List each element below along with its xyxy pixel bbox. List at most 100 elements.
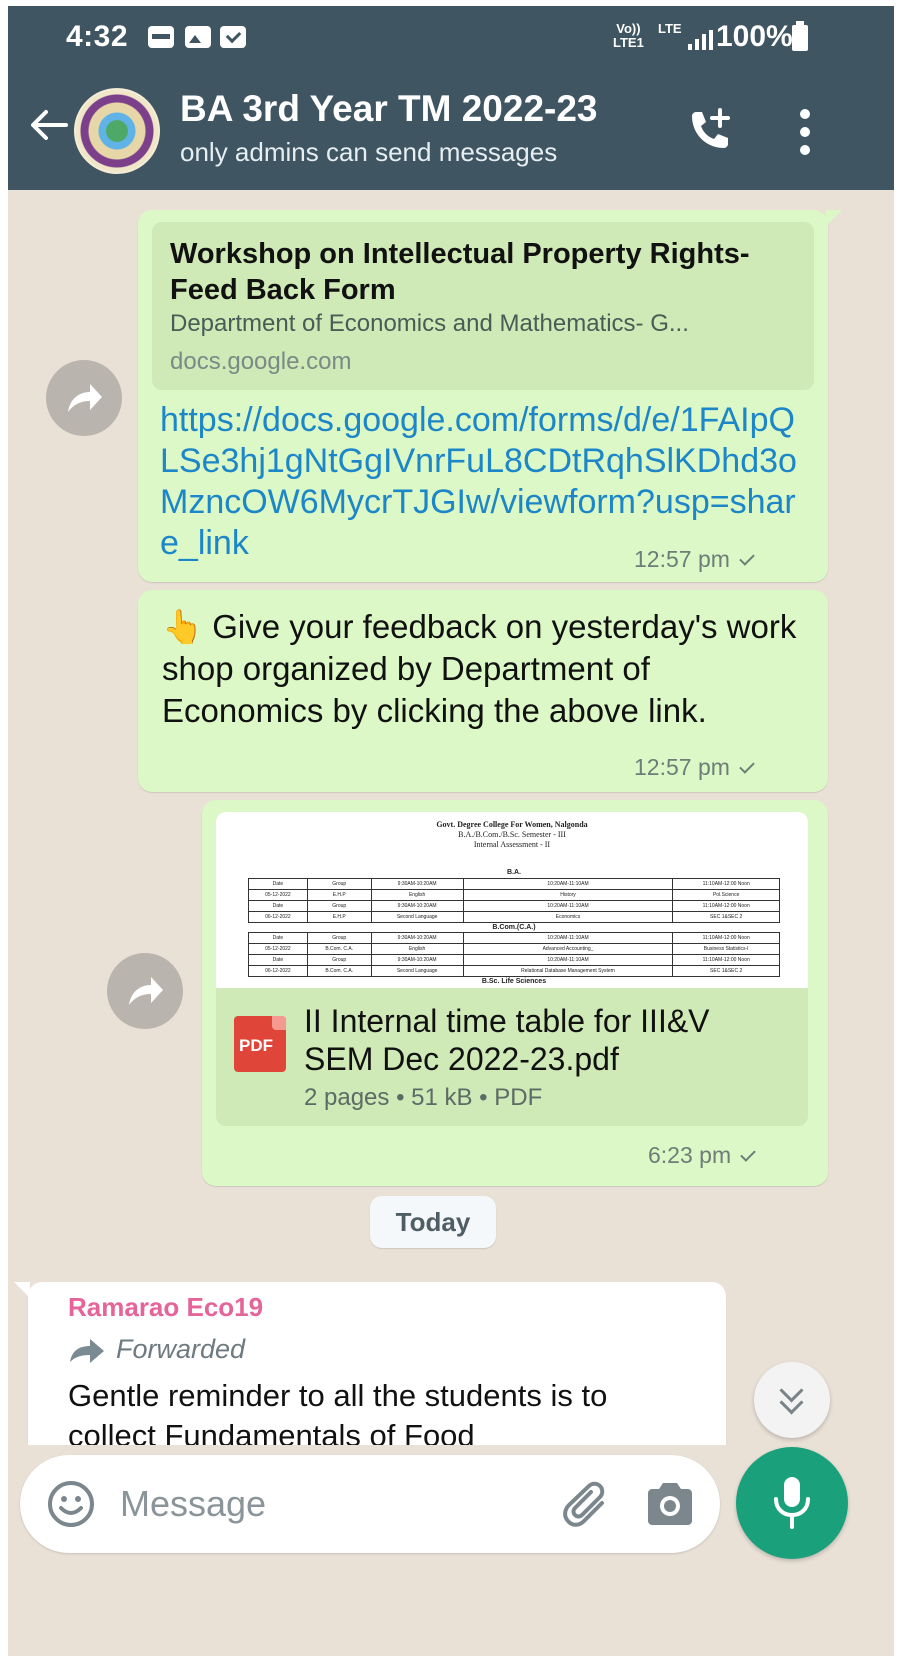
table-row: 06-12-2022 B.Com. C.A. Second Language R… [248, 964, 780, 977]
forwarded-text: Forwarded [116, 1334, 246, 1364]
status-bar: 4:32 Vo)) LTE1 LTE 100% [8, 6, 894, 72]
section-ba: B.A. [507, 869, 521, 877]
table-cell: English [370, 942, 464, 955]
table-cell: 10:20AM-11:10AM [462, 877, 674, 890]
arrow-left-icon[interactable] [26, 102, 72, 148]
table-cell: 05-12-2022 [248, 888, 308, 901]
section-bsc: B.Sc. Life Sciences [481, 977, 547, 985]
document-info[interactable]: PDF II Internal time table for III&V SEM… [216, 988, 808, 1126]
document-heading: Govt. Degree College For Women, Nalgonda… [216, 820, 808, 850]
feedback-message-bubble[interactable]: 👆 Give your feedback on yesterday's work… [138, 590, 828, 792]
link-preview-description: Department of Economics and Mathematics-… [170, 310, 689, 337]
lte1-label: LTE1 [613, 35, 644, 50]
table-cell: Group [306, 899, 372, 912]
table-cell: Date [248, 953, 308, 966]
table-cell: 05-12-2022 [248, 942, 308, 955]
message-list[interactable]: Workshop on Intellectual Property Rights… [8, 190, 894, 1445]
sent-tick-icon [739, 758, 755, 774]
link-message-bubble[interactable]: Workshop on Intellectual Property Rights… [138, 210, 842, 582]
volte-indicator: Vo)) LTE1 [613, 22, 644, 50]
mic-button[interactable] [736, 1447, 848, 1559]
table-row: 06-12-2022 E.H.P Second Language Economi… [248, 910, 780, 923]
mic-icon [774, 1477, 810, 1529]
table-cell: Second Language [370, 964, 464, 977]
save-notification-icon [220, 26, 246, 48]
table-cell: 10:20AM-11:10AM [462, 931, 674, 944]
table-cell: 9:30AM-10:20AM [370, 953, 464, 966]
document-meta: 2 pages • 51 kB • PDF [304, 1084, 543, 1111]
emoji-icon[interactable] [46, 1479, 96, 1529]
table-cell: 06-12-2022 [248, 910, 308, 923]
timetable: B.A. Date Group 9:30AM-10:20AM 10:20AM-1… [248, 868, 780, 986]
chat-title[interactable]: BA 3rd Year TM 2022-23 [180, 88, 598, 130]
camera-icon[interactable] [644, 1481, 696, 1527]
lte-indicator: LTE [658, 21, 682, 36]
forward-arrow-icon [70, 1338, 104, 1363]
gallery-notification-icon [185, 26, 211, 48]
battery-percent: 100% [716, 20, 793, 53]
incoming-message-bubble[interactable]: Ramarao Eco19 Forwarded Gentle reminder … [14, 1282, 726, 1445]
table-cell: E.H.P [306, 910, 372, 923]
table-cell: 11:10AM-12:00 Noon [672, 877, 780, 890]
table-cell: 06-12-2022 [248, 964, 308, 977]
table-header-row: Date Group 9:30AM-10:20AM 10:20AM-11:10A… [248, 953, 780, 966]
table-cell: 11:10AM-12:00 Noon [672, 931, 780, 944]
more-vert-icon[interactable] [790, 104, 820, 160]
table-cell: B.Com. C.A. [306, 942, 372, 955]
add-call-icon[interactable] [684, 106, 736, 158]
compose-bar [8, 1445, 894, 1656]
pdf-label: PDF [239, 1036, 273, 1055]
table-cell: 9:30AM-10:20AM [370, 877, 464, 890]
pointing-up-icon: 👆 [162, 607, 204, 646]
table-cell: English [370, 888, 464, 901]
bubble-tail [14, 1282, 30, 1298]
link-preview-domain: docs.google.com [170, 348, 352, 375]
message-text: Gentle reminder to all the students is t… [68, 1378, 608, 1445]
table-cell: B.Com. C.A. [306, 964, 372, 977]
section-bcom: B.Com.(C.A.) [492, 923, 536, 931]
table-cell: Date [248, 899, 308, 912]
chat-header: BA 3rd Year TM 2022-23 only admins can s… [8, 72, 894, 190]
scroll-to-bottom-button[interactable] [754, 1362, 830, 1438]
forward-icon[interactable] [107, 953, 183, 1029]
link-preview-card[interactable]: Workshop on Intellectual Property Rights… [152, 222, 814, 390]
table-cell: Second Language [370, 910, 464, 923]
table-cell: E.H.P [306, 888, 372, 901]
message-time: 12:57 pm [634, 546, 755, 573]
message-input[interactable] [120, 1477, 520, 1531]
table-cell: Group [306, 953, 372, 966]
table-cell: Pol.Science [672, 888, 780, 901]
message-link[interactable]: https://docs.google.com/forms/d/e/1FAIpQ… [160, 400, 800, 564]
feedback-text: Give your feedback on yesterday's work s… [162, 608, 797, 729]
table-row: 05-12-2022 B.Com. C.A. English Advanced … [248, 942, 780, 955]
table-cell: Economics [462, 910, 674, 923]
sender-name[interactable]: Ramarao Eco19 [68, 1292, 263, 1323]
link-preview-title: Workshop on Intellectual Property Rights… [170, 238, 750, 306]
table-cell: History [462, 888, 674, 901]
message-text: 👆 Give your feedback on yesterday's work… [162, 606, 812, 732]
table-cell: Group [306, 931, 372, 944]
table-cell: SEC 1&SEC 2 [672, 964, 780, 977]
document-thumbnail[interactable]: Govt. Degree College For Women, Nalgonda… [216, 812, 808, 988]
table-header-row: Date Group 9:30AM-10:20AM 10:20AM-11:10A… [248, 877, 780, 890]
paperclip-icon[interactable] [558, 1477, 612, 1531]
group-avatar[interactable] [74, 88, 160, 174]
document-message-bubble[interactable]: Govt. Degree College For Women, Nalgonda… [202, 800, 828, 1186]
message-time: 6:23 pm [648, 1142, 756, 1169]
message-time: 12:57 pm [634, 754, 755, 781]
table-cell: 10:20AM-11:10AM [462, 899, 674, 912]
table-cell: Date [248, 877, 308, 890]
table-cell: Date [248, 931, 308, 944]
document-file-name: II Internal time table for III&V SEM Dec… [304, 1003, 710, 1077]
document-heading-line1: Govt. Degree College For Women, Nalgonda [436, 820, 588, 829]
table-cell: 11:10AM-12:00 Noon [672, 899, 780, 912]
table-cell: 9:30AM-10:20AM [370, 931, 464, 944]
status-time: 4:32 [66, 20, 129, 53]
table-cell: SEC 1&SEC 2 [672, 910, 780, 923]
forward-icon[interactable] [46, 360, 122, 436]
message-input-container [20, 1455, 720, 1553]
table-cell: Business Statistics-I [672, 942, 780, 955]
time-label: 12:57 pm [634, 754, 730, 780]
table-cell: 10:20AM-11:10AM [462, 953, 674, 966]
forwarded-label: Forwarded [68, 1334, 245, 1365]
